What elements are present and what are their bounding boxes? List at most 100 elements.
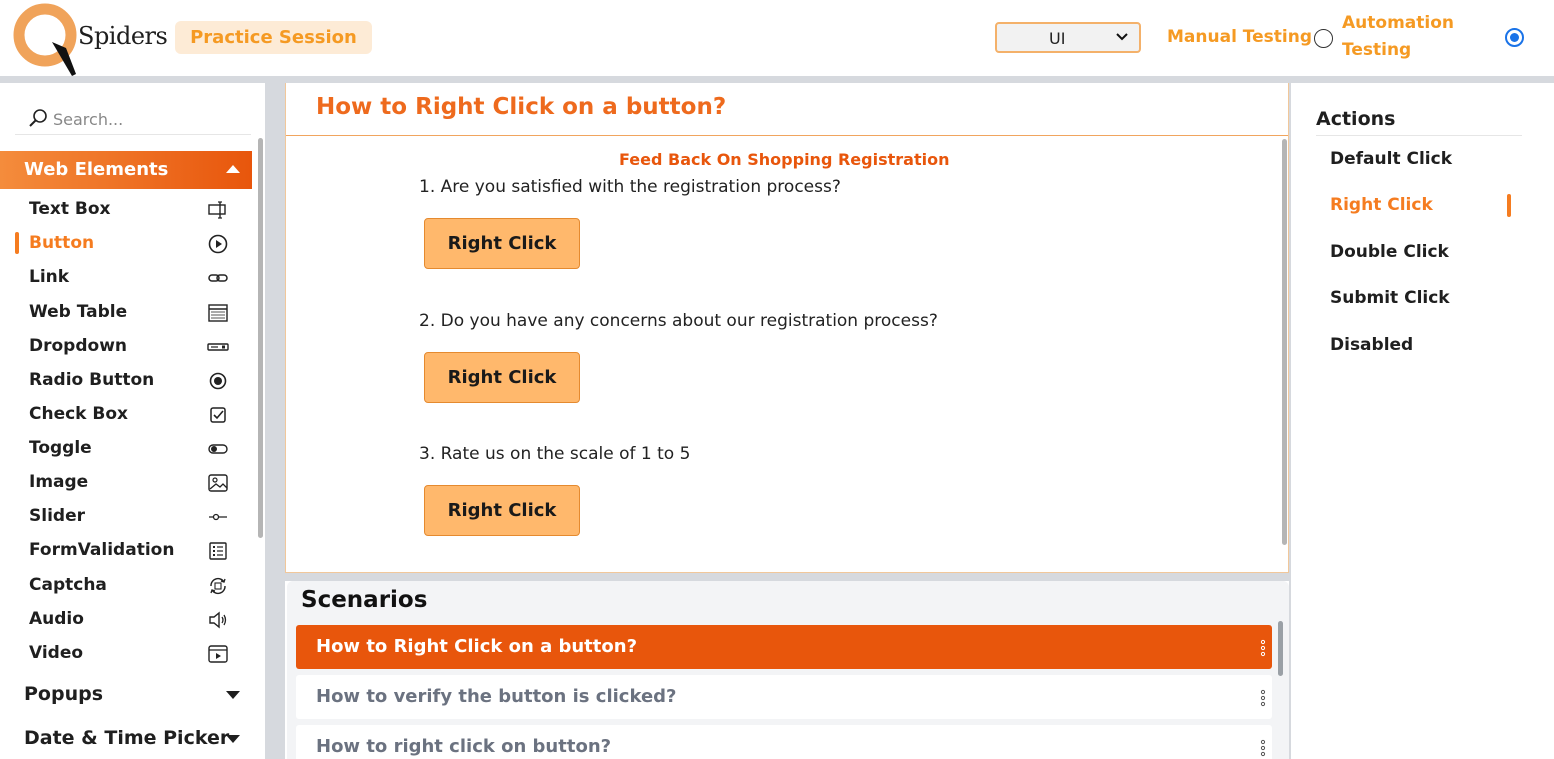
link-icon [208, 274, 228, 282]
sidebar-item-label: Slider [29, 506, 85, 526]
scenario-item[interactable]: How to right click on button? [296, 725, 1272, 759]
sidebar-item-label: Check Box [29, 404, 129, 424]
sidebar-item-label: Image [29, 472, 89, 492]
toggle-icon [208, 444, 228, 454]
mode-select[interactable]: UI [995, 22, 1141, 53]
textbox-icon [208, 201, 226, 219]
sidebar-item-link[interactable]: Link [0, 262, 252, 294]
question-3: 3. Rate us on the scale of 1 to 5 [419, 444, 691, 464]
scenario-item[interactable]: How to verify the button is clicked? [296, 675, 1272, 719]
sidebar-group-date-time-picker[interactable]: Date & Time Picker [0, 723, 252, 757]
caret-down-icon [226, 735, 240, 743]
sidebar-item-check-box[interactable]: Check Box [0, 399, 252, 431]
captcha-icon [210, 577, 226, 595]
audio-icon [209, 611, 227, 629]
automation-testing-label-line2[interactable]: Testing [1342, 40, 1411, 60]
actions-title: Actions [1316, 108, 1522, 136]
action-double-click[interactable]: Double Click [1330, 242, 1449, 262]
radio-icon [209, 372, 227, 390]
sidebar-item-video[interactable]: Video [0, 638, 252, 670]
sidebar-item-radio-button[interactable]: Radio Button [0, 365, 252, 397]
more-vertical-icon[interactable] [1260, 639, 1266, 657]
logo-text: Spiders [78, 22, 168, 50]
practice-panel: How to Right Click on a button? Feed Bac… [285, 83, 1289, 573]
sidebar-item-image[interactable]: Image [0, 467, 252, 499]
right-click-button-3[interactable]: Right Click [424, 485, 580, 536]
sidebar-item-label: Toggle [29, 438, 92, 458]
image-icon [208, 474, 228, 492]
scenario-label: How to right click on button? [316, 736, 612, 757]
caret-up-icon [226, 165, 240, 173]
sidebar-item-label: FormValidation [29, 540, 175, 560]
feedback-title: Feed Back On Shopping Registration [619, 150, 950, 169]
dropdown-icon [207, 343, 229, 351]
sidebar-group-label: Date & Time Picker [24, 727, 230, 749]
question-1: 1. Are you satisfied with the registrati… [419, 177, 841, 197]
sidebar-group-popups[interactable]: Popups [0, 679, 252, 713]
page-title-bar: How to Right Click on a button? [286, 83, 1288, 136]
manual-testing-radio[interactable] [1314, 29, 1333, 48]
scenarios-scrollbar[interactable] [1278, 621, 1283, 676]
actions-panel: Actions Default Click Right Click Double… [1291, 83, 1554, 759]
mode-select-value: UI [1049, 29, 1066, 48]
sidebar-item-label: Link [29, 267, 70, 287]
sidebar-item-slider[interactable]: Slider [0, 501, 252, 533]
section-title: Web Elements [24, 159, 169, 180]
sidebar-item-web-table[interactable]: Web Table [0, 297, 252, 329]
scenario-label: How to Right Click on a button? [316, 636, 638, 657]
sidebar-item-label: Radio Button [29, 370, 155, 390]
video-icon [208, 645, 228, 663]
more-vertical-icon[interactable] [1260, 739, 1266, 757]
question-2: 2. Do you have any concerns about our re… [419, 311, 938, 331]
chevron-down-icon [1116, 33, 1128, 41]
action-submit-click[interactable]: Submit Click [1330, 288, 1450, 308]
manual-testing-label[interactable]: Manual Testing [1167, 27, 1312, 47]
active-marker [1507, 194, 1511, 217]
action-disabled[interactable]: Disabled [1330, 335, 1413, 355]
sidebar-item-label: Video [29, 643, 84, 663]
sidebar-item-label: Web Table [29, 302, 128, 322]
active-marker [15, 232, 19, 254]
slider-icon [209, 513, 227, 521]
sidebar-item-form-validation[interactable]: FormValidation [0, 535, 252, 567]
web-elements-section[interactable]: Web Elements [0, 151, 252, 189]
scenarios-panel: Scenarios How to Right Click on a button… [287, 581, 1289, 759]
automation-testing-label-line1[interactable]: Automation [1342, 13, 1454, 33]
sidebar-item-toggle[interactable]: Toggle [0, 433, 252, 465]
sidebar-item-dropdown[interactable]: Dropdown [0, 331, 252, 363]
scenarios-gutter [285, 573, 1289, 581]
scenarios-title: Scenarios [301, 587, 428, 613]
more-vertical-icon[interactable] [1260, 689, 1266, 707]
sidebar-item-label: Audio [29, 609, 84, 629]
sidebar-item-label: Text Box [29, 199, 111, 219]
sidebar-item-label: Dropdown [29, 336, 127, 356]
caret-down-icon [226, 691, 240, 699]
sidebar-item-captcha[interactable]: Captcha [0, 570, 252, 602]
sidebar-item-button[interactable]: Button [0, 228, 252, 260]
play-circle-icon [208, 234, 228, 254]
practice-session-badge[interactable]: Practice Session [175, 21, 372, 54]
form-icon [209, 542, 227, 560]
search-box[interactable] [15, 101, 251, 135]
practice-panel-scrollbar[interactable] [1282, 139, 1287, 545]
header-divider [0, 76, 1554, 83]
sidebar-group-label: Popups [24, 683, 104, 705]
right-click-button-2[interactable]: Right Click [424, 352, 580, 403]
action-default-click[interactable]: Default Click [1330, 149, 1452, 169]
sidebar-item-label: Captcha [29, 575, 107, 595]
search-input[interactable] [53, 107, 243, 131]
qspiders-logo[interactable]: Spiders [12, 2, 168, 78]
sidebar-gutter [265, 83, 285, 759]
sidebar-item-text-box[interactable]: Text Box [0, 194, 252, 226]
action-right-click[interactable]: Right Click [1330, 195, 1433, 215]
table-icon [208, 304, 228, 322]
sidebar-scrollbar[interactable] [258, 138, 263, 538]
sidebar-item-audio[interactable]: Audio [0, 604, 252, 636]
scenario-item-active[interactable]: How to Right Click on a button? [296, 625, 1272, 669]
automation-testing-radio[interactable] [1505, 28, 1524, 47]
checkbox-icon [210, 407, 226, 423]
search-icon [29, 109, 47, 127]
scenario-label: How to verify the button is clicked? [316, 686, 677, 707]
right-click-button-1[interactable]: Right Click [424, 218, 580, 269]
top-header: Spiders Practice Session UI Manual Testi… [0, 0, 1554, 76]
